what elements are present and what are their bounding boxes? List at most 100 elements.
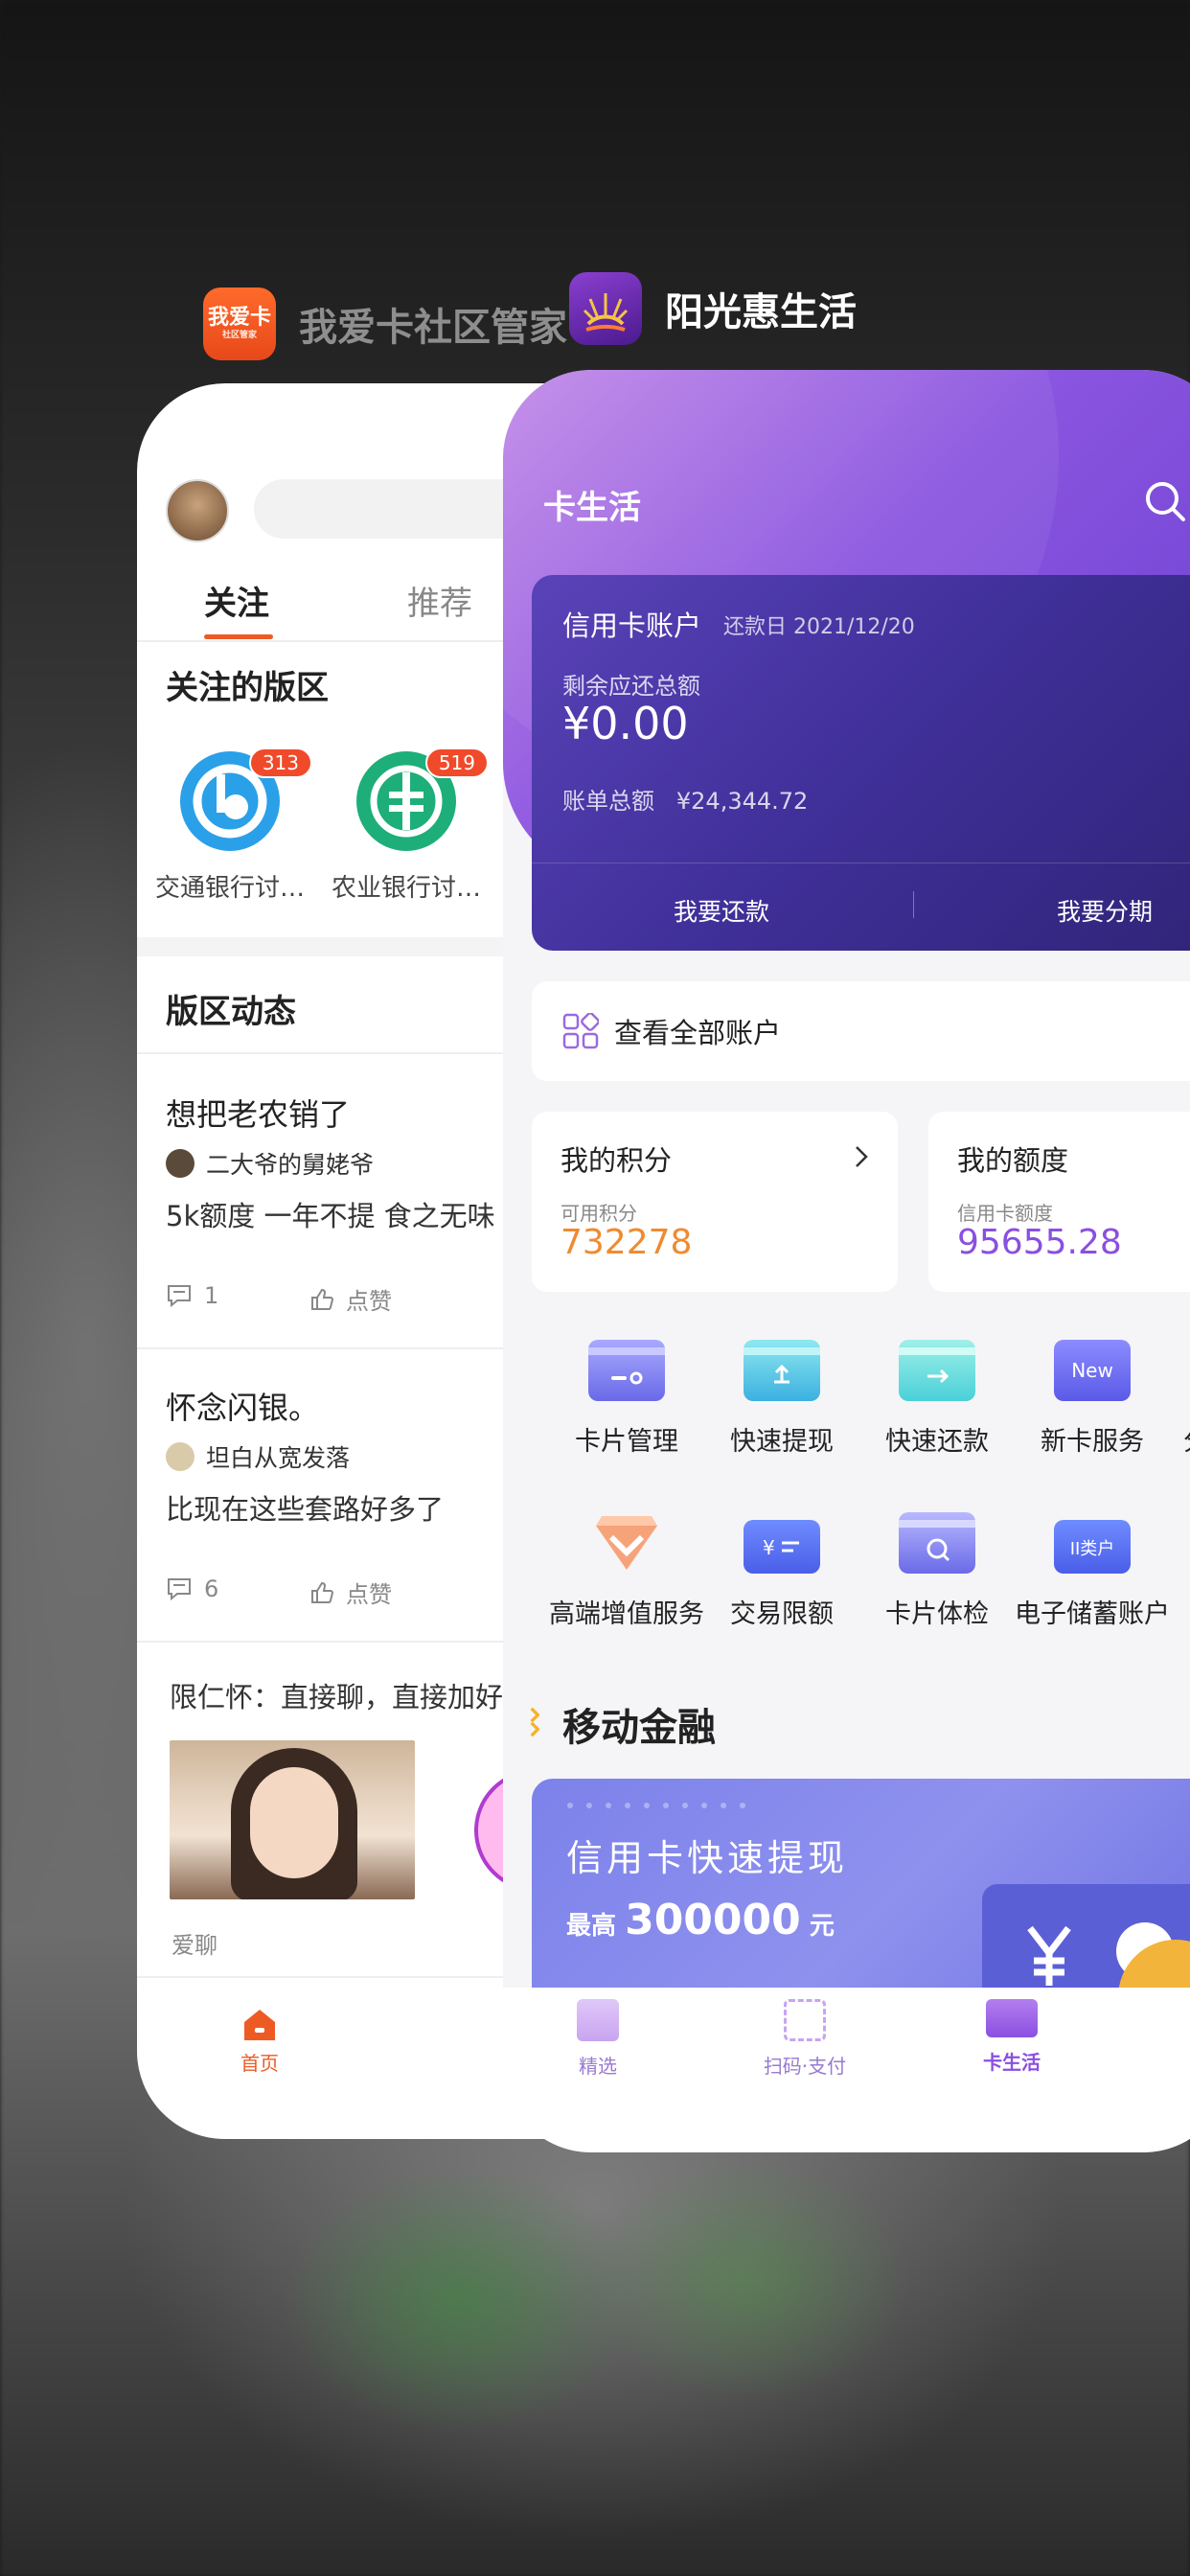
chevron-right-icon: [856, 1146, 868, 1167]
points-value: 732278: [561, 1223, 693, 1262]
like-label: 点赞: [346, 1288, 392, 1315]
tab-label: 精选: [579, 2055, 617, 2078]
abc-logo-icon: 519: [356, 748, 489, 851]
credit-panel[interactable]: 我的额度 信用卡额度 95655.28: [928, 1112, 1190, 1292]
card-life-icon: [986, 1999, 1038, 2037]
banner-unit: 元: [809, 1912, 835, 1941]
credit-sub: 信用卡额度: [957, 1202, 1053, 1225]
remaining-label: 剩余应还总额: [562, 673, 700, 700]
tab-recommend[interactable]: 推荐: [407, 577, 472, 624]
featured-icon: [577, 1999, 619, 2041]
author-name: 二大爷的舅姥爷: [206, 1151, 375, 1179]
like-action[interactable]: 点赞: [309, 1282, 392, 1316]
comment-count: 6: [204, 1576, 219, 1602]
avatar[interactable]: [166, 479, 229, 542]
banner-title: 信用卡快速提现: [566, 1837, 849, 1879]
author-avatar: [166, 1149, 195, 1178]
repay-button[interactable]: 我要还款: [674, 893, 769, 928]
service-premium[interactable]: 高端增值服务: [545, 1512, 708, 1630]
more-icon: [1166, 1512, 1190, 1574]
tab-scan-pay[interactable]: 扫码·支付: [733, 1999, 877, 2079]
view-all-accounts-label: 查看全部账户: [614, 1017, 782, 1049]
diamond-icon: [588, 1512, 665, 1574]
service-label: 卡片体检: [885, 1599, 989, 1629]
service-label: 电子储蓄账户: [1015, 1599, 1170, 1629]
promo-photo[interactable]: [170, 1740, 415, 1899]
credit-title: 我的额度: [957, 1144, 1069, 1177]
comment-action[interactable]: 1: [166, 1282, 218, 1309]
service-more[interactable]: 我: [1166, 1512, 1190, 1630]
quick-withdraw-banner[interactable]: 信用卡快速提现 最高 300000 元: [532, 1779, 1190, 2018]
service-e-savings[interactable]: II类户 电子储蓄账户: [1011, 1512, 1174, 1630]
mobile-finance-title: 移动金融: [562, 1706, 716, 1750]
service-installment[interactable]: 分: [1166, 1340, 1190, 1458]
service-label: 快速还款: [885, 1427, 989, 1457]
promo-text[interactable]: 限仁怀：直接聊，直接加好友: [170, 1675, 531, 1715]
card-check-icon: [899, 1512, 975, 1574]
board-item[interactable]: 519 农业银行讨…: [315, 748, 497, 904]
service-trade-limit[interactable]: ¥ 交易限额: [700, 1512, 863, 1630]
followed-boards-title: 关注的版区: [166, 669, 329, 707]
service-quick-repay[interactable]: 快速还款: [856, 1340, 1018, 1458]
installment-icon: [1166, 1340, 1190, 1401]
app1-icon-subtext: 社区管家: [221, 331, 257, 340]
thumbs-up-icon: [311, 1288, 334, 1310]
comment-action[interactable]: 6: [166, 1576, 218, 1602]
app2-title: 阳光惠生活: [665, 290, 857, 334]
app1-title: 我爱卡社区管家: [299, 306, 567, 350]
author-name: 坦白从宽发落: [206, 1444, 351, 1472]
savings-icon: II类户: [1054, 1520, 1131, 1574]
service-card-check[interactable]: 卡片体检: [856, 1512, 1018, 1630]
card-manage-icon: [588, 1340, 665, 1401]
post-author[interactable]: 二大爷的舅姥爷: [166, 1146, 374, 1181]
service-quick-withdraw[interactable]: 快速提现: [700, 1340, 863, 1458]
credit-card-account[interactable]: 信用卡账户 还款日 2021/12/20 剩余应还总额 ¥0.00 账单总额 ¥…: [532, 575, 1190, 951]
page-title: 卡生活: [543, 489, 641, 527]
new-card-icon: New: [1054, 1340, 1131, 1401]
post-author[interactable]: 坦白从宽发落: [166, 1439, 350, 1474]
thumbs-up-icon: [311, 1581, 334, 1603]
decorative-dots: [567, 1803, 745, 1808]
board-item[interactable]: 313 交通银行讨…: [139, 748, 321, 904]
post-title[interactable]: 怀念闪银。: [166, 1384, 319, 1428]
installment-button[interactable]: 我要分期: [1057, 893, 1153, 928]
app2-card[interactable]: 卡生活 信用卡账户 还款日 2021/12/20 剩余应还总额 ¥0.00 账单…: [503, 370, 1190, 2152]
svg-text:¥: ¥: [763, 1536, 775, 1559]
banner-amount-value: 300000: [625, 1896, 801, 1944]
banner-amount: 最高 300000 元: [566, 1896, 835, 1944]
board-name: 交通银行讨…: [154, 874, 305, 903]
credit-value: 95655.28: [957, 1223, 1122, 1262]
bill-value: ¥24,344.72: [675, 788, 809, 815]
points-sub: 可用积分: [561, 1202, 637, 1225]
bocom-logo-icon: 313: [180, 748, 312, 851]
banner-prefix: 最高: [566, 1912, 617, 1941]
view-all-accounts[interactable]: 查看全部账户: [532, 981, 1190, 1081]
tab-label: 卡生活: [983, 2051, 1041, 2074]
post-title[interactable]: 想把老农销了: [166, 1091, 350, 1135]
scan-icon: [784, 1999, 826, 2041]
savings-badge: II类户: [1069, 1539, 1115, 1559]
bill-label: 账单总额: [562, 788, 654, 815]
tab-follow[interactable]: 关注: [204, 577, 269, 624]
promo-caption: 爱聊: [172, 1932, 217, 1959]
service-label: 分: [1183, 1420, 1190, 1458]
tab-home[interactable]: 首页: [240, 2007, 279, 2076]
quick-repay-icon: [899, 1340, 975, 1401]
search-icon[interactable]: [1143, 479, 1189, 525]
section-marker-icon: [530, 1707, 539, 1737]
account-name: 信用卡账户: [562, 610, 702, 642]
tab-featured[interactable]: 精选: [526, 1999, 670, 2079]
service-new-card[interactable]: New 新卡服务: [1011, 1340, 1174, 1458]
limit-icon: ¥: [744, 1520, 820, 1574]
board-name: 农业银行讨…: [331, 874, 481, 903]
bill-total: 账单总额 ¥24,344.72: [562, 782, 808, 816]
tab-card-life[interactable]: 卡生活: [940, 1999, 1084, 2075]
app2-header[interactable]: 阳光惠生活: [569, 272, 857, 345]
points-panel[interactable]: 我的积分 可用积分 732278: [532, 1112, 898, 1292]
comment-icon: [168, 1285, 191, 1308]
like-action[interactable]: 点赞: [309, 1576, 392, 1609]
active-tab-indicator: [204, 634, 273, 639]
service-card-manage[interactable]: 卡片管理: [545, 1340, 708, 1458]
app1-header[interactable]: 我爱卡 社区管家 我爱卡社区管家: [203, 288, 567, 360]
feed-title: 版区动态: [166, 993, 296, 1031]
